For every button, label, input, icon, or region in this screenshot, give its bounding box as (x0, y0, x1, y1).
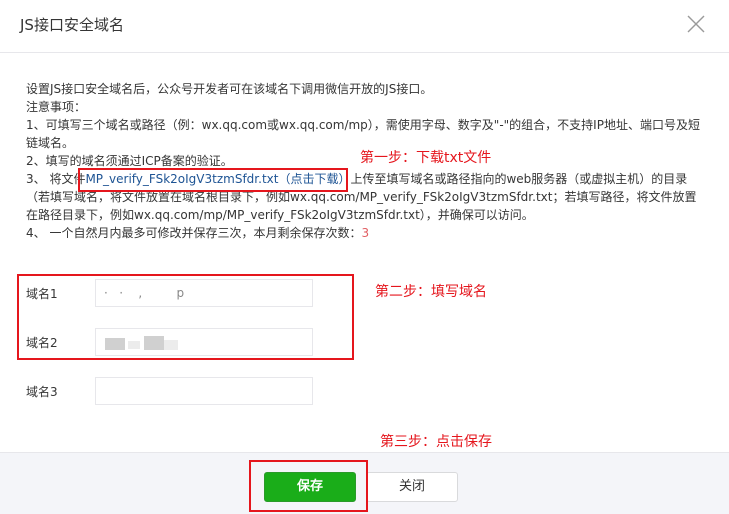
notice-item-1: 1、可填写三个域名或路径（例：wx.qq.com或wx.qq.com/mp），需… (26, 118, 700, 150)
step2-highlight-box (17, 274, 354, 360)
close-button[interactable]: 关闭 (366, 472, 458, 502)
step3-highlight-box (249, 460, 368, 512)
notice-item-4: 4、 一个自然月内最多可修改并保存三次，本月剩余保存次数：3 (26, 224, 706, 242)
step1-highlight-box (78, 168, 348, 192)
notice-heading: 注意事项： (26, 100, 87, 114)
js-domain-dialog: JS接口安全域名 设置JS接口安全域名后，公众号开发者可在该域名下调用微信开放的… (0, 0, 729, 514)
step1-annotation: 第一步：下载txt文件 (360, 150, 492, 166)
remaining-save-count: 3 (361, 226, 370, 240)
domain3-row: 域名3 (26, 377, 326, 407)
notice-item-4-prefix: 4、 一个自然月内最多可修改并保存三次，本月剩余保存次数： (26, 226, 362, 240)
step2-annotation: 第二步：填写域名 (375, 284, 487, 300)
dialog-title: JS接口安全域名 (20, 16, 124, 34)
domain3-label: 域名3 (26, 385, 58, 399)
dialog-header: JS接口安全域名 (0, 0, 729, 53)
notice-item-3-prefix: 3、 将文件 (26, 172, 86, 186)
domain3-input[interactable] (95, 377, 313, 405)
step3-annotation: 第三步：点击保存 (380, 434, 492, 450)
notice-intro: 设置JS接口安全域名后，公众号开发者可在该域名下调用微信开放的JS接口。 (26, 82, 433, 96)
close-icon[interactable] (685, 13, 707, 35)
